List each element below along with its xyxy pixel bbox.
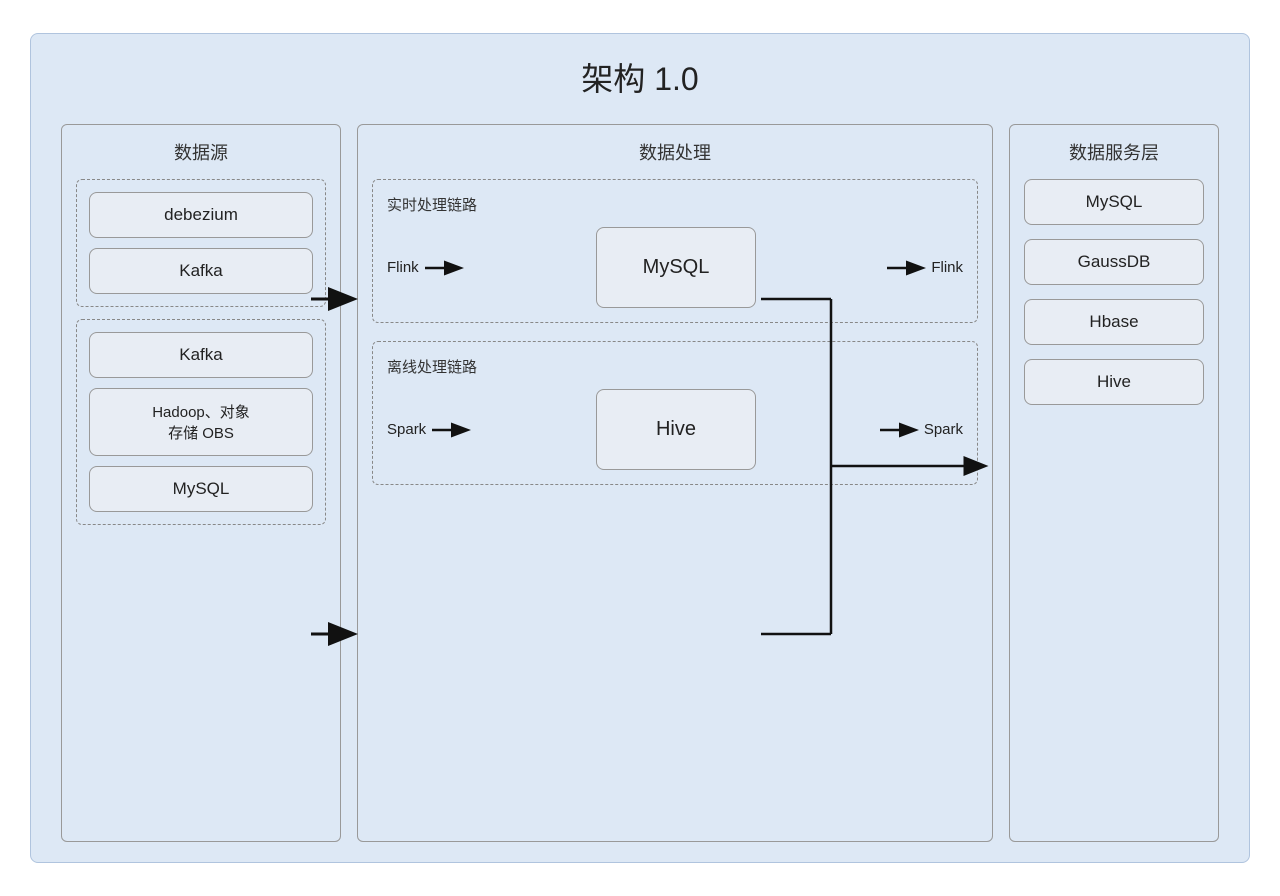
- comp-debezium: debezium: [89, 192, 313, 238]
- datasource-group1: debezium Kafka: [76, 179, 326, 307]
- datasource-column: 数据源 debezium Kafka Kafka Hadoop、对象 存储 OB…: [61, 124, 341, 842]
- offline-arrow-in-label: Spark: [387, 421, 426, 438]
- offline-arrow-in-icon: [430, 416, 474, 444]
- svc-hive: Hive: [1024, 359, 1204, 405]
- realtime-arrow-out-icon: [885, 254, 929, 282]
- comp-mysql-src: MySQL: [89, 466, 313, 512]
- svc-mysql: MySQL: [1024, 179, 1204, 225]
- dataproc-column: 数据处理 实时处理链路 Flink MySQL: [357, 124, 993, 842]
- svc-gaussdb: GaussDB: [1024, 239, 1204, 285]
- comp-kafka-2: Kafka: [89, 332, 313, 378]
- dataservice-column: 数据服务层 MySQL GaussDB Hbase Hive: [1009, 124, 1219, 842]
- main-container: 架构 1.0 数据源 debezium Kafka Kafka Hadoop、对…: [30, 33, 1250, 863]
- realtime-arrow-in-icon: [423, 254, 467, 282]
- dataservice-label: 数据服务层: [1024, 139, 1204, 165]
- realtime-section: 实时处理链路 Flink MySQL: [372, 179, 978, 323]
- page-title: 架构 1.0: [61, 54, 1219, 100]
- comp-mysql-proc: MySQL: [596, 227, 756, 308]
- dataproc-label: 数据处理: [372, 139, 978, 165]
- datasource-group2: Kafka Hadoop、对象 存储 OBS MySQL: [76, 319, 326, 525]
- realtime-label: 实时处理链路: [387, 194, 963, 215]
- realtime-arrow-in-label: Flink: [387, 259, 419, 276]
- datasource-label: 数据源: [76, 139, 326, 165]
- offline-arrow-out-label: Spark: [924, 421, 963, 438]
- comp-hive-proc: Hive: [596, 389, 756, 470]
- comp-kafka-1: Kafka: [89, 248, 313, 294]
- dataservice-items: MySQL GaussDB Hbase Hive: [1024, 179, 1204, 405]
- offline-label: 离线处理链路: [387, 356, 963, 377]
- offline-section: 离线处理链路 Spark Hive: [372, 341, 978, 485]
- offline-arrow-out-icon: [878, 416, 922, 444]
- svc-hbase: Hbase: [1024, 299, 1204, 345]
- columns-layout: 数据源 debezium Kafka Kafka Hadoop、对象 存储 OB…: [61, 124, 1219, 842]
- comp-hadoop: Hadoop、对象 存储 OBS: [89, 388, 313, 456]
- realtime-arrow-out-label: Flink: [931, 259, 963, 276]
